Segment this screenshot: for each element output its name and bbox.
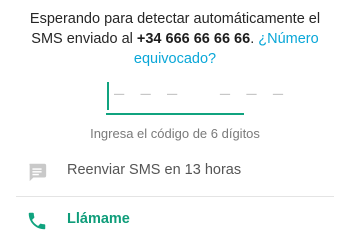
text-cursor (107, 82, 109, 110)
call-me-button[interactable]: Llámame (0, 204, 350, 236)
phone-icon (26, 210, 48, 232)
sms-waiting-message: Esperando para detectar automáticamente … (16, 9, 334, 69)
code-placeholder: – – – – – – (114, 84, 287, 104)
input-underline (106, 113, 244, 115)
divider (16, 196, 334, 197)
call-me-label: Llámame (67, 211, 130, 227)
phone-number: +34 666 66 66 66 (136, 31, 251, 47)
code-hint: Ingresa el código de 6 dígitos (90, 126, 260, 141)
verification-code-input[interactable]: – – – – – – (106, 80, 283, 116)
resend-sms-label: Reenviar SMS en 13 horas (67, 162, 242, 178)
message-icon (26, 161, 48, 183)
verification-screen: Esperando para detectar automáticamente … (0, 0, 350, 247)
resend-sms-button[interactable]: Reenviar SMS en 13 horas (0, 155, 350, 187)
